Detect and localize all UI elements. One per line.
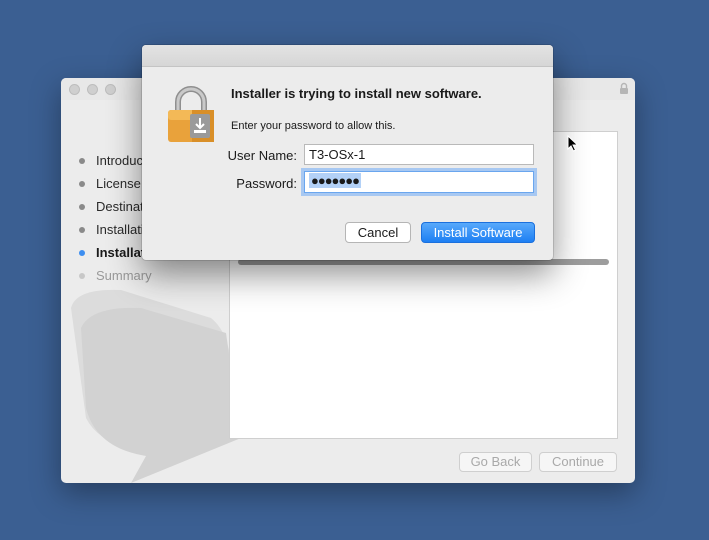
lock-icon: [166, 84, 216, 147]
dialog-titlebar: [142, 45, 553, 67]
dialog-title: Installer is trying to install new softw…: [231, 86, 482, 101]
step-installation-type: Installati: [79, 221, 152, 244]
step-license: License: [79, 175, 152, 198]
close-window-button[interactable]: [69, 84, 80, 95]
auth-dialog: Installer is trying to install new softw…: [142, 45, 553, 260]
lock-small-icon: [619, 82, 629, 98]
step-bullet-active: [79, 250, 85, 256]
step-label: License: [96, 176, 141, 191]
install-software-button[interactable]: Install Software: [421, 222, 535, 243]
username-label: User Name:: [227, 148, 297, 163]
step-bullet: [79, 273, 85, 279]
step-label: Destinati: [96, 199, 147, 214]
step-installation: Installati: [79, 244, 152, 267]
step-bullet: [79, 181, 85, 187]
step-introduction: Introduc: [79, 152, 152, 175]
password-masked-value: ●●●●●●●: [309, 173, 361, 188]
installer-steps: Introduc License Destinati Installati In…: [79, 152, 152, 290]
dialog-subtitle: Enter your password to allow this.: [231, 120, 396, 132]
step-label: Summary: [96, 268, 152, 283]
go-back-button[interactable]: Go Back: [459, 452, 532, 472]
username-field[interactable]: [304, 144, 534, 165]
password-label: Password:: [236, 176, 297, 191]
step-label: Installati: [96, 245, 149, 260]
step-bullet: [79, 227, 85, 233]
minimize-window-button[interactable]: [87, 84, 98, 95]
step-summary: Summary: [79, 267, 152, 290]
cancel-button[interactable]: Cancel: [345, 222, 411, 243]
password-field[interactable]: ●●●●●●●: [304, 171, 534, 193]
step-bullet: [79, 204, 85, 210]
step-label: Installati: [96, 222, 144, 237]
zoom-window-button[interactable]: [105, 84, 116, 95]
step-bullet: [79, 158, 85, 164]
continue-button[interactable]: Continue: [539, 452, 617, 472]
mouse-cursor-icon: [567, 134, 579, 155]
step-label: Introduc: [96, 153, 143, 168]
step-destination: Destinati: [79, 198, 152, 221]
